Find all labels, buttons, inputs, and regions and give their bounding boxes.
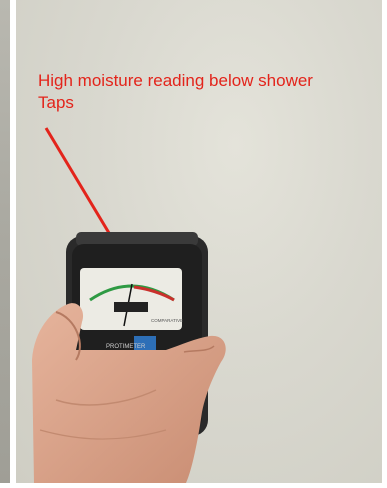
scene-illustration: PROTIMETER COMPARATIVE (32, 127, 226, 483)
bottom-margin (0, 483, 387, 488)
left-photo-edge (0, 0, 10, 488)
meter-scale-label: COMPARATIVE (151, 318, 183, 323)
photo: High moisture reading below shower Taps (16, 0, 382, 483)
meter-brand: PROTIMETER (106, 344, 146, 350)
right-margin (382, 0, 387, 488)
